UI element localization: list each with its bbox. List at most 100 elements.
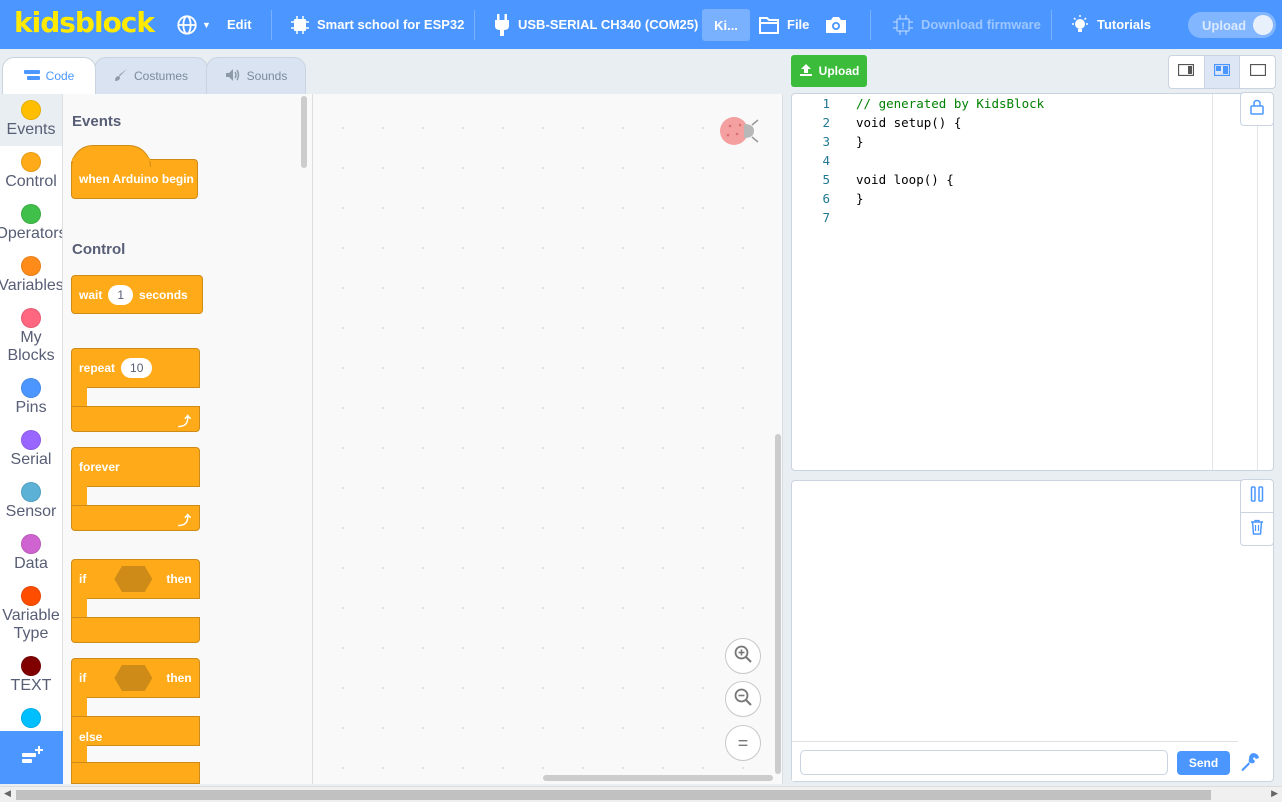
menu-bar: kidsblock ▼ Edit Smart school for ESP32 … [0, 0, 1282, 49]
add-extension-icon [20, 744, 44, 771]
code-line: 1 // generated by KidsBlock [792, 94, 1273, 113]
screenshot-button[interactable] [825, 0, 847, 49]
category-text[interactable]: TEXT [0, 650, 62, 702]
repeat-value-input[interactable]: 10 [121, 358, 153, 378]
category-serial[interactable]: Serial [0, 424, 62, 476]
operators-color-dot [21, 204, 41, 224]
if-then-else-block[interactable]: if then [71, 658, 200, 698]
category-label: Sensor [5, 503, 57, 520]
workspace-horizontal-scrollbar[interactable] [543, 775, 773, 781]
divider [271, 10, 272, 40]
c-block-arm [71, 387, 87, 407]
script-workspace[interactable] [313, 94, 783, 784]
download-firmware-button[interactable]: ! Download firmware [893, 0, 1041, 49]
zoom-reset-icon: = [737, 732, 749, 753]
forever-block-footer: ⤴ [71, 505, 200, 531]
layout-small-stage-button[interactable] [1169, 56, 1205, 88]
control-color-dot [21, 152, 41, 172]
tutorials-button[interactable]: Tutorials [1071, 0, 1151, 49]
usb-plug-icon [494, 13, 510, 36]
language-menu[interactable]: ▼ [176, 0, 211, 49]
layout-switcher [1168, 55, 1276, 89]
upload-mode-toggle[interactable]: Upload [1188, 12, 1276, 38]
forever-block[interactable]: forever [71, 447, 200, 487]
wait-seconds-block[interactable]: wait 1 seconds [71, 275, 203, 314]
page-horizontal-scrollbar[interactable]: ◀ ▶ [0, 786, 1282, 802]
lock-code-button[interactable] [1240, 92, 1274, 126]
code-line: 7 [792, 208, 1273, 227]
c-block-arm [71, 697, 87, 717]
block-label: repeat [79, 361, 116, 375]
line-number: 2 [822, 115, 830, 130]
tab-code-label: Code [45, 69, 75, 83]
scrollbar-thumb[interactable] [16, 790, 1211, 800]
tab-sounds[interactable]: Sounds [206, 57, 306, 94]
category-my-blocks[interactable]: My Blocks [0, 302, 62, 372]
serial-send-input[interactable] [800, 750, 1168, 775]
block-label: when Arduino begin [79, 172, 194, 186]
block-label: if [79, 572, 87, 586]
block-label: wait [79, 287, 103, 302]
text-color-dot [21, 656, 41, 676]
wait-value-input[interactable]: 1 [108, 284, 134, 305]
category-variables[interactable]: Variables [0, 250, 62, 302]
code-line: 2 void setup() { [792, 113, 1273, 132]
kidsblock-logo[interactable]: kidsblock [14, 6, 155, 39]
layout-code-stage-button[interactable] [1204, 56, 1241, 88]
sensor-color-dot [21, 482, 41, 502]
category-menu: Events Control Operators Variables My Bl… [0, 94, 63, 784]
code-scrollbar-track[interactable] [1257, 94, 1258, 470]
project-name-button[interactable]: Ki... [702, 9, 750, 41]
category-label: Data [14, 555, 48, 572]
layout-full-button[interactable] [1240, 56, 1275, 88]
condition-slot[interactable] [114, 665, 153, 691]
block-label: forever [79, 460, 120, 474]
zoom-reset-button[interactable]: = [725, 725, 761, 761]
code-editor[interactable]: 1 // generated by KidsBlock 2 void setup… [791, 93, 1274, 471]
condition-slot[interactable] [114, 566, 153, 592]
if-then-block[interactable]: if then [71, 559, 200, 599]
upload-button[interactable]: Upload [791, 55, 867, 87]
scroll-right-arrow-icon[interactable]: ▶ [1271, 788, 1278, 799]
scroll-left-arrow-icon[interactable]: ◀ [4, 788, 11, 799]
divider [1051, 10, 1052, 40]
device-menu[interactable]: Smart school for ESP32 [291, 0, 464, 49]
category-control[interactable]: Control [0, 146, 62, 198]
control-section-title: Control [72, 241, 126, 258]
clear-serial-button[interactable] [1240, 512, 1274, 546]
category-pins[interactable]: Pins [0, 372, 62, 424]
edit-menu[interactable]: Edit [227, 0, 252, 49]
port-menu[interactable]: USB-SERIAL CH340 (COM25) [494, 0, 698, 49]
category-data[interactable]: Data [0, 528, 62, 580]
category-events[interactable]: Events [0, 94, 62, 146]
add-extension-button[interactable] [0, 731, 63, 784]
tab-code[interactable]: Code [2, 57, 96, 94]
repeat-block[interactable]: repeat 10 [71, 348, 200, 388]
pause-serial-button[interactable] [1240, 479, 1274, 513]
palette-scrollbar[interactable] [301, 96, 307, 168]
code-line: 4 [792, 151, 1273, 170]
variable-type-color-dot [21, 586, 41, 606]
category-variable-type[interactable]: Variable Type [0, 580, 62, 650]
loop-arrow-icon: ⤴ [177, 513, 191, 528]
tab-costumes[interactable]: Costumes [94, 57, 208, 94]
category-operators[interactable]: Operators [0, 198, 62, 250]
category-sensor[interactable]: Sensor [0, 476, 62, 528]
file-menu[interactable]: File [759, 0, 809, 49]
serial-settings-button[interactable] [1239, 751, 1261, 778]
line-number: 4 [822, 153, 830, 168]
layout-full-icon [1249, 63, 1266, 81]
divider [870, 10, 871, 40]
code-line: 3 } [792, 132, 1273, 151]
zoom-out-icon [733, 687, 753, 712]
zoom-in-button[interactable] [725, 638, 761, 674]
else-section: else [71, 716, 200, 746]
category-label: TEXT [10, 677, 52, 694]
send-button[interactable]: Send [1177, 751, 1230, 775]
upload-mode-label: Upload [1202, 17, 1247, 33]
chip-icon [291, 15, 309, 34]
toggle-knob [1253, 15, 1273, 35]
workspace-vertical-scrollbar[interactable] [775, 434, 781, 774]
zoom-out-button[interactable] [725, 681, 761, 717]
serial-color-dot [21, 430, 41, 450]
